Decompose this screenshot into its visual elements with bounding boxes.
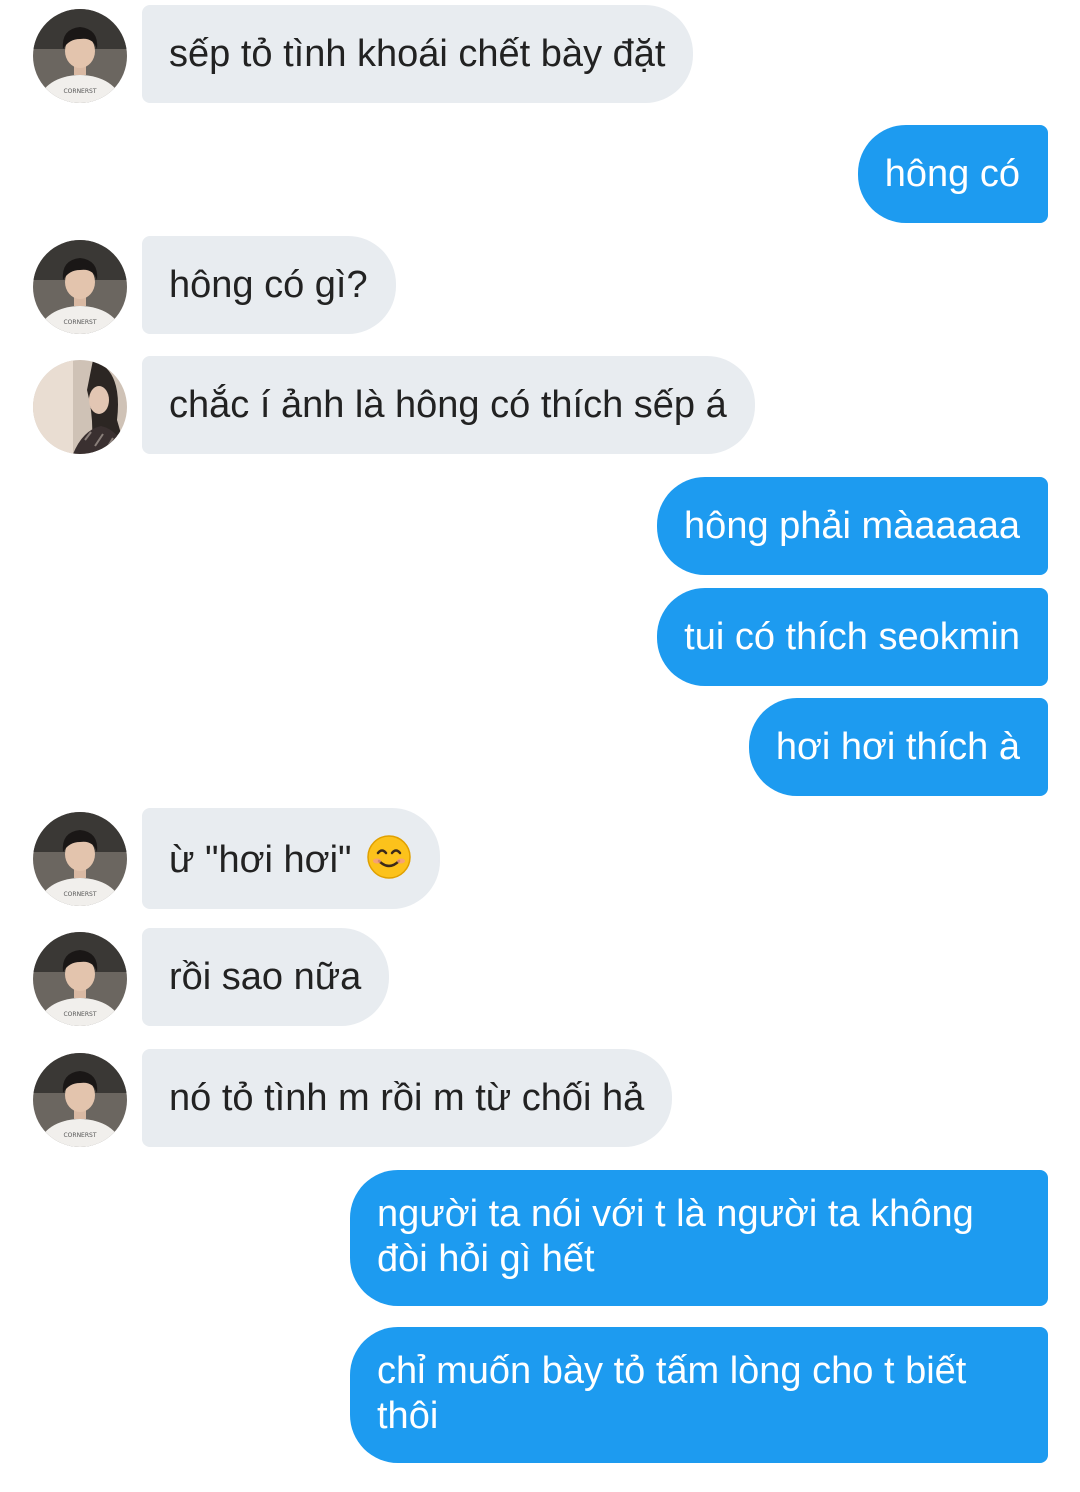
boy-avatar-image (33, 932, 127, 1026)
outgoing-message[interactable]: người ta nói với t là người ta không đòi… (350, 1170, 1048, 1306)
outgoing-message[interactable]: hông phải màaaaaa (657, 477, 1048, 575)
message-text: hông phải màaaaaa (684, 505, 1020, 547)
incoming-message[interactable]: chắc í ảnh là hông có thích sếp á (142, 356, 755, 454)
sender-avatar[interactable] (33, 812, 127, 906)
message-text: tui có thích seokmin (684, 616, 1020, 658)
sender-avatar[interactable] (33, 932, 127, 1026)
message-text: sếp tỏ tình khoái chết bày đặt (169, 33, 666, 75)
incoming-message[interactable]: sếp tỏ tình khoái chết bày đặt (142, 5, 694, 103)
incoming-message[interactable]: ừ "hơi hơi" (142, 808, 441, 909)
sender-avatar[interactable] (33, 240, 127, 334)
smiling-face-emoji-icon (367, 835, 411, 879)
message-text: người ta nói với t là người ta không đòi… (377, 1193, 974, 1280)
boy-avatar-image (33, 9, 127, 103)
message-text: hông có gì? (169, 264, 368, 306)
message-text: chỉ muốn bày tỏ tấm lòng cho t biết thôi (377, 1350, 967, 1437)
message-text: hơi hơi thích à (775, 726, 1020, 768)
incoming-message[interactable]: nó tỏ tình m rồi m từ chối hả (142, 1049, 673, 1147)
sender-avatar[interactable] (33, 9, 127, 103)
outgoing-message[interactable]: hông có (857, 125, 1048, 223)
boy-avatar-image (33, 240, 127, 334)
outgoing-message[interactable]: chỉ muốn bày tỏ tấm lòng cho t biết thôi (350, 1327, 1048, 1463)
boy-avatar-image (33, 1053, 127, 1147)
incoming-message[interactable]: hông có gì? (142, 236, 396, 334)
boy-avatar-image (33, 812, 127, 906)
sender-avatar[interactable] (33, 1053, 127, 1147)
girl-avatar-image (33, 360, 127, 454)
outgoing-message[interactable]: tui có thích seokmin (657, 588, 1048, 686)
incoming-message[interactable]: rồi sao nữa (142, 928, 390, 1026)
message-text: hông có (884, 153, 1020, 195)
message-text: nó tỏ tình m rồi m từ chối hả (169, 1077, 645, 1119)
outgoing-message[interactable]: hơi hơi thích à (748, 698, 1048, 796)
message-text: chắc í ảnh là hông có thích sếp á (169, 384, 727, 426)
message-text: ừ "hơi hơi" (169, 839, 352, 881)
sender-avatar[interactable] (33, 360, 127, 454)
message-text: rồi sao nữa (169, 956, 362, 998)
